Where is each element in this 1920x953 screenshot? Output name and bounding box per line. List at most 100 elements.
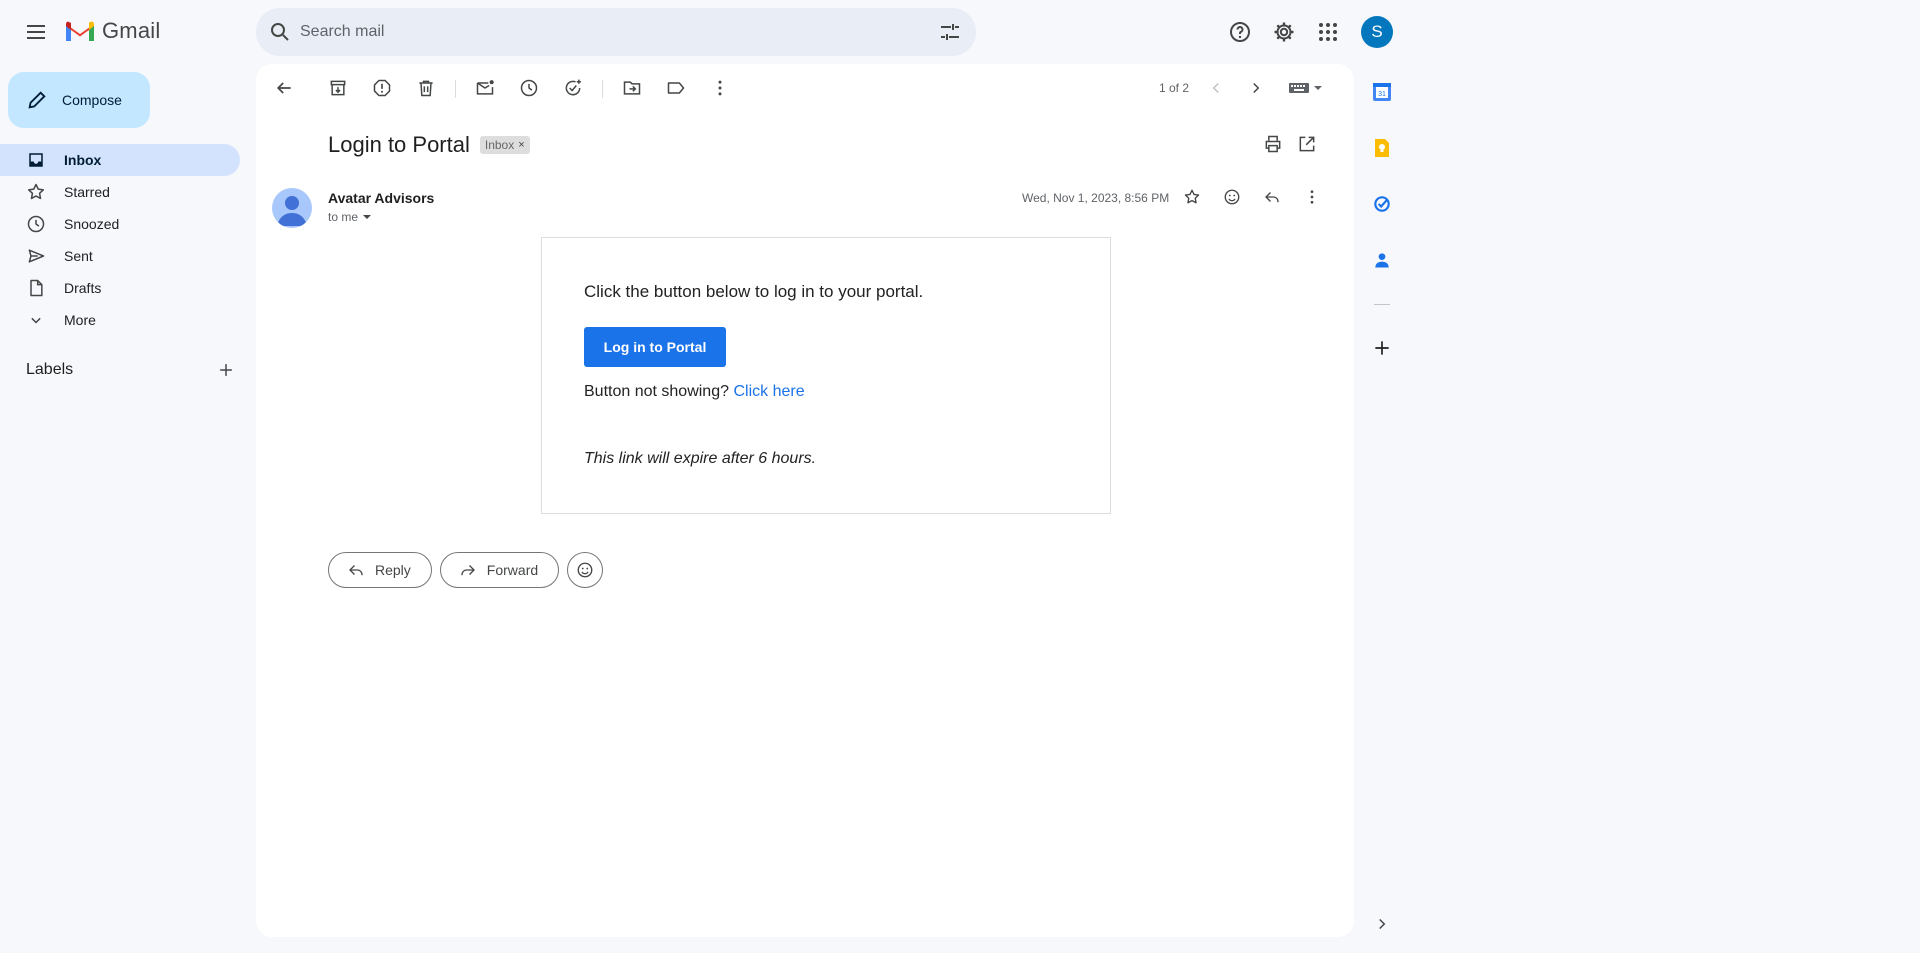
- send-icon: [28, 249, 45, 263]
- sidebar-item-sent[interactable]: Sent: [0, 240, 240, 272]
- hide-side-panel-button[interactable]: [1362, 904, 1402, 944]
- message-toolbar: 1 of 2: [256, 64, 1354, 112]
- sidebar-item-more[interactable]: More: [0, 304, 240, 336]
- chevron-down-icon: [31, 317, 41, 324]
- newer-button[interactable]: [1200, 72, 1232, 104]
- chevron-right-icon: [1379, 918, 1386, 930]
- print-icon[interactable]: [1263, 134, 1283, 154]
- forward-label: Forward: [486, 562, 539, 578]
- more-vert-icon: [718, 80, 722, 96]
- star-icon: [1184, 189, 1200, 204]
- reply-icon: [1265, 192, 1279, 203]
- app-name: Gmail: [102, 18, 161, 43]
- inbox-icon: [29, 153, 43, 167]
- reply-pill-button[interactable]: Reply: [328, 552, 432, 588]
- pagination-count: 1 of 2: [1159, 81, 1190, 95]
- sidebar-item-starred[interactable]: Starred: [0, 176, 240, 208]
- gmail-logo[interactable]: Gmail: [64, 18, 160, 44]
- toolbar-divider: [602, 80, 603, 98]
- emoji-reaction-button[interactable]: [567, 552, 604, 588]
- email-body-card: Click the button below to log in to your…: [541, 237, 1111, 514]
- sender-avatar[interactable]: [272, 188, 312, 228]
- reply-actions: Reply Forward: [328, 552, 604, 588]
- plus-icon[interactable]: [216, 360, 236, 380]
- calendar-app-button[interactable]: 31: [1362, 72, 1402, 112]
- emoji-icon: [577, 562, 593, 578]
- older-button[interactable]: [1240, 72, 1272, 104]
- back-button[interactable]: [268, 72, 300, 104]
- snooze-button[interactable]: [513, 72, 545, 104]
- recipient-text: to me: [328, 210, 359, 224]
- help-icon: [1230, 22, 1250, 42]
- sidebar-item-label: Sent: [64, 248, 93, 264]
- sidebar-item-label: Drafts: [64, 280, 102, 296]
- sidebar-item-inbox[interactable]: Inbox: [0, 144, 240, 176]
- plus-icon: [1375, 341, 1389, 355]
- reply-button[interactable]: [1256, 181, 1288, 213]
- sidebar-item-snoozed[interactable]: Snoozed: [0, 208, 240, 240]
- sidebar-item-label: Starred: [64, 184, 110, 200]
- chevron-left-icon: [1212, 82, 1219, 94]
- settings-button[interactable]: [1264, 12, 1304, 52]
- star-button[interactable]: [1176, 181, 1208, 213]
- tasks-app-button[interactable]: [1362, 184, 1402, 224]
- compose-button[interactable]: Compose: [8, 72, 150, 128]
- move-to-button[interactable]: [616, 72, 648, 104]
- apps-button[interactable]: [1308, 12, 1348, 52]
- add-to-tasks-button[interactable]: [557, 72, 589, 104]
- remove-label-icon[interactable]: ×: [518, 139, 524, 151]
- caret-down-icon: [363, 215, 372, 219]
- clock-icon: [27, 215, 45, 233]
- recipient-details[interactable]: to me: [328, 210, 372, 224]
- label-chip[interactable]: Inbox ×: [479, 136, 530, 154]
- star-icon: [27, 183, 45, 200]
- add-reaction-button[interactable]: [1216, 181, 1248, 213]
- search-bar[interactable]: [256, 8, 976, 56]
- top-bar: Gmail S: [0, 0, 1920, 64]
- toolbar-divider: [455, 80, 456, 98]
- main-menu-button[interactable]: [16, 12, 56, 52]
- contacts-app-button[interactable]: [1362, 240, 1402, 280]
- help-button[interactable]: [1220, 12, 1260, 52]
- sender-name[interactable]: Avatar Advisors: [328, 190, 434, 206]
- move-to-folder-icon: [623, 81, 641, 95]
- search-options-icon[interactable]: [938, 20, 962, 44]
- labels-button[interactable]: [660, 72, 692, 104]
- keep-app-button[interactable]: [1362, 128, 1402, 168]
- contacts-icon: [1375, 253, 1389, 268]
- search-icon[interactable]: [268, 20, 292, 44]
- input-tools-button[interactable]: [1282, 72, 1330, 104]
- label-icon: [667, 82, 685, 94]
- pencil-icon: [28, 91, 46, 109]
- delete-button[interactable]: [410, 72, 442, 104]
- mark-unread-button[interactable]: [469, 72, 501, 104]
- calendar-icon: 31: [1373, 83, 1391, 101]
- svg-text:31: 31: [1378, 91, 1386, 98]
- click-here-link[interactable]: Click here: [733, 383, 804, 400]
- emoji-icon: [1224, 189, 1240, 205]
- archive-button[interactable]: [322, 72, 354, 104]
- hamburger-menu-icon: [27, 25, 45, 39]
- account-avatar[interactable]: S: [1361, 16, 1393, 48]
- login-portal-button[interactable]: Log in to Portal: [584, 327, 726, 367]
- draft-icon: [30, 279, 43, 297]
- mark-unread-icon: [476, 80, 494, 95]
- get-addons-button[interactable]: [1362, 328, 1402, 368]
- sidebar-item-label: Snoozed: [64, 216, 120, 232]
- more-options-button[interactable]: [704, 72, 736, 104]
- sidebar-nav: Inbox Starred Snoozed Sent Drafts More: [0, 144, 256, 336]
- sidebar-item-label: Inbox: [64, 152, 102, 168]
- report-spam-button[interactable]: [366, 72, 398, 104]
- open-in-new-window-icon[interactable]: [1297, 134, 1317, 154]
- subject-row: Login to Portal Inbox ×: [328, 132, 530, 158]
- report-spam-icon: [373, 79, 391, 97]
- person-icon: [277, 196, 307, 226]
- compose-label: Compose: [62, 92, 122, 108]
- search-input[interactable]: [300, 8, 920, 56]
- sidebar-item-drafts[interactable]: Drafts: [0, 272, 240, 304]
- trash-icon: [419, 80, 433, 97]
- add-task-icon: [565, 79, 581, 96]
- forward-pill-button[interactable]: Forward: [439, 552, 560, 588]
- message-more-button[interactable]: [1296, 181, 1328, 213]
- sidebar-item-label: More: [64, 312, 96, 328]
